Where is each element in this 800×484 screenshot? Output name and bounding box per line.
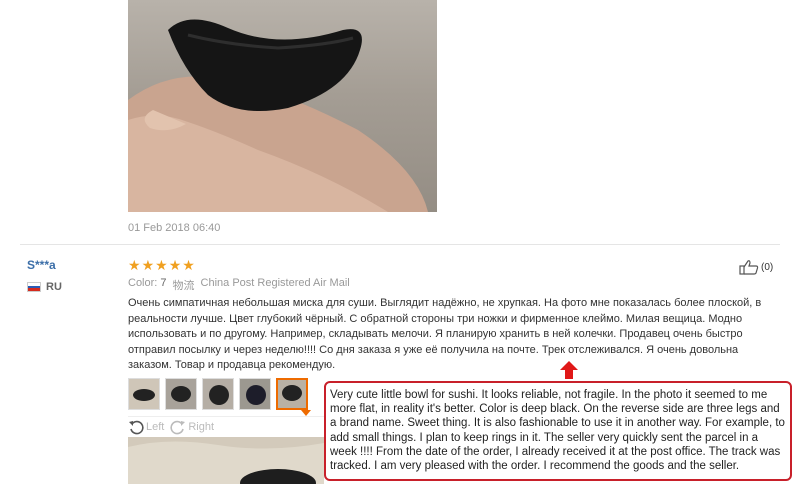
helpful-count: (0) [761,261,774,273]
star-icon: ★ [182,257,195,273]
thumbnail-image[interactable] [165,378,197,410]
rotate-left-icon [129,420,144,435]
review-thumbnails [128,378,308,410]
bowl-in-hand-image [128,19,428,212]
rotate-right-button[interactable]: Right [170,419,214,435]
shipping-method: China Post Registered Air Mail [200,277,350,289]
red-arrow-up-icon [560,361,578,379]
thumbnail-image[interactable] [128,378,160,410]
rotate-left-button[interactable]: Left [128,419,164,435]
image-rotate-controls: Left Right [128,416,324,437]
ru-flag-icon [27,282,41,292]
review-photo-enlarged[interactable] [128,437,324,484]
shipping-label: 物流 [172,280,195,292]
thumbnail-image-selected[interactable] [276,378,308,410]
color-value: 7 [160,277,167,289]
rotate-right-icon [170,420,186,435]
reviewer-name[interactable]: S***a [27,258,56,272]
rotate-right-label: Right [188,421,215,433]
review-text: Очень симпатичная небольшая миска для су… [128,297,762,371]
star-rating: ★ ★ ★ ★ ★ [128,257,195,273]
rotate-left-label: Left [146,421,165,433]
review-divider [20,244,780,245]
translation-annotation: Very cute little bowl for sushi. It look… [324,381,792,481]
color-info: Color: 7 [128,277,167,293]
review-photo-large[interactable] [128,0,437,212]
color-label: Color: [128,277,158,289]
reviewer-country: RU [27,280,62,294]
star-icon: ★ [155,257,168,273]
thumbnail-image[interactable] [239,378,271,410]
country-code: RU [46,281,62,293]
review-date: 01 Feb 2018 06:40 [128,222,221,234]
helpful-button[interactable]: (0) [739,259,773,275]
thumbnail-image[interactable] [202,378,234,410]
star-icon: ★ [128,257,141,273]
thumbs-up-icon [739,260,759,275]
order-info: Color: 7 物流 China Post Registered Air Ma… [128,277,350,293]
enlarged-photo-image [128,437,324,484]
star-icon: ★ [168,257,182,273]
star-icon: ★ [141,257,155,273]
